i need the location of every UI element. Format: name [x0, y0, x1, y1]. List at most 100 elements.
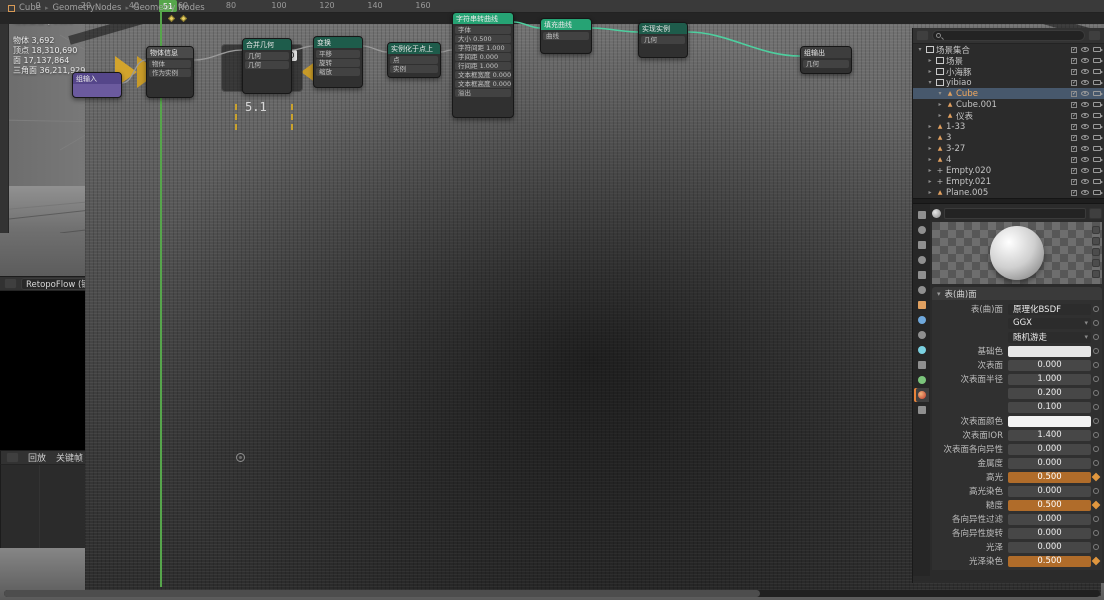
outliner-item[interactable]: ▸ Plane.005: [913, 187, 1104, 198]
editor-type-dropdown[interactable]: [916, 30, 929, 41]
tab-object-data[interactable]: [914, 373, 929, 387]
disclosure-caret[interactable]: ▸: [926, 156, 934, 163]
tab-tool[interactable]: [914, 208, 929, 222]
tab-scene[interactable]: [914, 268, 929, 282]
animate-decorator-icon[interactable]: [1091, 418, 1100, 424]
tab-output[interactable]: [914, 238, 929, 252]
animate-decorator-icon[interactable]: [1091, 502, 1100, 508]
disable-render-icon[interactable]: [1093, 124, 1103, 129]
disable-render-icon[interactable]: [1093, 80, 1103, 85]
disclosure-caret[interactable]: ▸: [926, 178, 934, 185]
browse-material-icon[interactable]: [1089, 207, 1102, 219]
disable-render-icon[interactable]: [1093, 135, 1103, 140]
animate-decorator-icon[interactable]: [1091, 432, 1100, 438]
selectable-checkbox-icon[interactable]: [1071, 189, 1077, 196]
property-field[interactable]: 0.000: [1008, 541, 1091, 553]
property-field[interactable]: 0.000: [1008, 457, 1091, 469]
disable-render-icon[interactable]: [1093, 168, 1103, 173]
selectable-checkbox-icon[interactable]: [1071, 156, 1077, 163]
preview-cloth-icon[interactable]: [1092, 270, 1100, 278]
disclosure-caret[interactable]: ▸: [926, 68, 934, 75]
tab-physics[interactable]: [914, 343, 929, 357]
outliner-item[interactable]: ▸ 4: [913, 154, 1104, 165]
tab-world[interactable]: [914, 283, 929, 297]
animate-decorator-icon[interactable]: [1091, 558, 1100, 564]
property-field[interactable]: 原理化BSDF: [1008, 303, 1091, 315]
property-field[interactable]: [1008, 415, 1091, 427]
outliner-item[interactable]: ▸ Empty.021: [913, 176, 1104, 187]
selectable-checkbox-icon[interactable]: [1071, 145, 1077, 152]
hide-viewport-icon[interactable]: [1081, 124, 1089, 129]
preview-sphere-icon[interactable]: [1092, 237, 1100, 245]
property-field[interactable]: GGX: [1008, 317, 1091, 329]
property-field[interactable]: 1.000: [1008, 373, 1091, 385]
selectable-checkbox-icon[interactable]: [1071, 167, 1077, 174]
animate-decorator-icon[interactable]: [1091, 320, 1100, 326]
selectable-checkbox-icon[interactable]: [1071, 90, 1077, 97]
animate-decorator-icon[interactable]: [1091, 376, 1100, 382]
disclosure-caret[interactable]: ▸: [926, 123, 934, 130]
disable-render-icon[interactable]: [1093, 58, 1103, 63]
hide-viewport-icon[interactable]: [1081, 58, 1089, 63]
animate-decorator-icon[interactable]: [1091, 516, 1100, 522]
animate-decorator-icon[interactable]: [1091, 334, 1100, 340]
hide-viewport-icon[interactable]: [1081, 157, 1089, 162]
property-field[interactable]: 0.200: [1008, 387, 1091, 399]
animate-decorator-icon[interactable]: [1091, 530, 1100, 536]
animate-decorator-icon[interactable]: [1091, 446, 1100, 452]
disable-render-icon[interactable]: [1093, 69, 1103, 74]
hide-viewport-icon[interactable]: [1081, 168, 1089, 173]
hide-viewport-icon[interactable]: [1081, 47, 1089, 52]
selectable-checkbox-icon[interactable]: [1071, 112, 1077, 119]
tab-modifiers[interactable]: [914, 313, 929, 327]
hide-viewport-icon[interactable]: [1081, 80, 1089, 85]
disclosure-caret[interactable]: ▸: [926, 167, 934, 174]
disable-render-icon[interactable]: [1093, 102, 1103, 107]
property-field[interactable]: 0.500: [1008, 555, 1091, 567]
hide-viewport-icon[interactable]: [1081, 135, 1089, 140]
tab-render[interactable]: [914, 223, 929, 237]
outliner-item[interactable]: ▸ Cube.001: [913, 99, 1104, 110]
tab-material[interactable]: [914, 388, 929, 402]
disclosure-caret[interactable]: ▸: [926, 189, 934, 196]
hide-viewport-icon[interactable]: [1081, 69, 1089, 74]
animate-decorator-icon[interactable]: [1091, 474, 1100, 480]
tab-view-layer[interactable]: [914, 253, 929, 267]
selectable-checkbox-icon[interactable]: [1071, 134, 1077, 141]
disable-render-icon[interactable]: [1093, 157, 1103, 162]
animate-decorator-icon[interactable]: [1091, 488, 1100, 494]
surface-panel-header[interactable]: 表(曲)面: [932, 287, 1102, 300]
selectable-checkbox-icon[interactable]: [1071, 57, 1077, 64]
disclosure-caret[interactable]: ▸: [936, 112, 944, 119]
outliner-item[interactable]: ▸ 3-27: [913, 143, 1104, 154]
disclosure-caret[interactable]: ▾: [916, 46, 924, 53]
outliner-item[interactable]: ▸ 3: [913, 132, 1104, 143]
property-field[interactable]: 0.100: [1008, 401, 1091, 413]
tab-constraints[interactable]: [914, 358, 929, 372]
disclosure-caret[interactable]: ▸: [926, 57, 934, 64]
selectable-checkbox-icon[interactable]: [1071, 101, 1077, 108]
preview-hair-icon[interactable]: [1092, 259, 1100, 267]
hide-viewport-icon[interactable]: [1081, 102, 1089, 107]
property-field[interactable]: 0.000: [1008, 443, 1091, 455]
property-field[interactable]: 0.000: [1008, 527, 1091, 539]
outliner-item[interactable]: ▸ 1-33: [913, 121, 1104, 132]
selectable-checkbox-icon[interactable]: [1071, 46, 1077, 53]
outliner-item[interactable]: ▾ yibiao: [913, 77, 1104, 88]
property-field[interactable]: 0.500: [1008, 499, 1091, 511]
hide-viewport-icon[interactable]: [1081, 146, 1089, 151]
selectable-checkbox-icon[interactable]: [1071, 178, 1077, 185]
hide-viewport-icon[interactable]: [1081, 179, 1089, 184]
tab-texture[interactable]: [914, 403, 929, 417]
animate-decorator-icon[interactable]: [1091, 306, 1100, 312]
property-field[interactable]: [1008, 345, 1091, 357]
property-field[interactable]: 1.400: [1008, 429, 1091, 441]
outliner-item[interactable]: ▾ 场景集合: [913, 44, 1104, 56]
animate-decorator-icon[interactable]: [1091, 390, 1100, 396]
property-field[interactable]: 0.000: [1008, 513, 1091, 525]
hide-viewport-icon[interactable]: [1081, 91, 1089, 96]
animate-decorator-icon[interactable]: [1091, 404, 1100, 410]
hide-viewport-icon[interactable]: [1081, 113, 1089, 118]
hide-viewport-icon[interactable]: [1081, 190, 1089, 195]
disable-render-icon[interactable]: [1093, 146, 1103, 151]
